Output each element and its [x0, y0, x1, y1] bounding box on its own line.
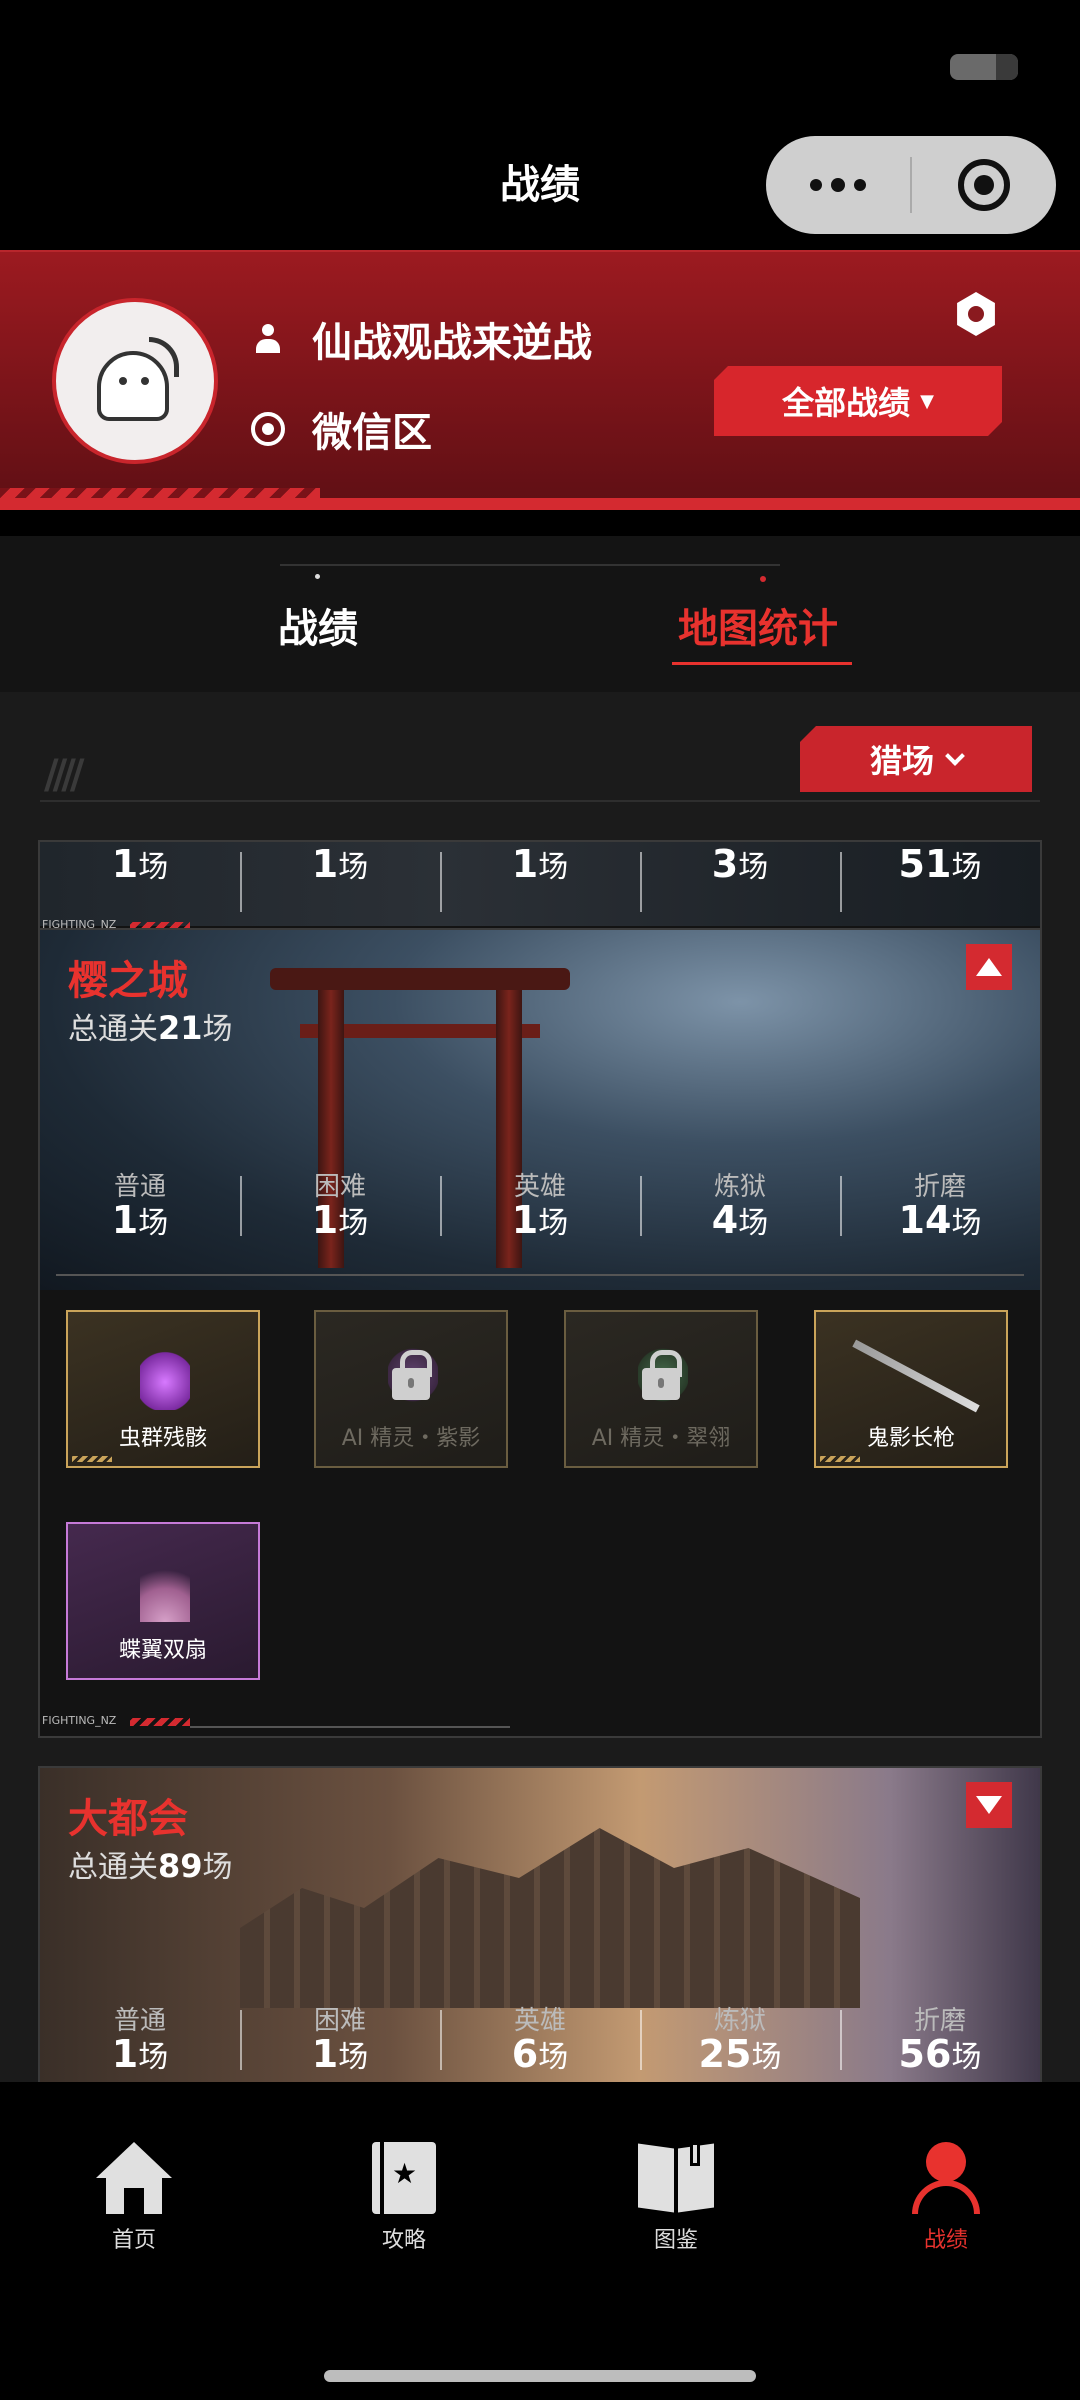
mode-filter-dropdown[interactable]: 猎场: [800, 726, 1032, 792]
more-dot-icon: [854, 179, 866, 191]
map-stats-content[interactable]: //// 猎场 1场 1场 1场 3场 51场 FIGHTING_NZ 樱之城 …: [0, 692, 1080, 2082]
header-stripe: [0, 488, 1080, 510]
nickname: 仙战观战来逆战: [312, 320, 592, 366]
reward-item-locked[interactable]: AI 精灵・翠翎: [564, 1310, 758, 1468]
collapse-toggle-button[interactable]: [966, 944, 1012, 990]
all-records-button[interactable]: 全部战绩 ▼: [714, 366, 1002, 436]
spear-icon: [852, 1339, 980, 1413]
tab-map-stats[interactable]: 地图统计: [678, 596, 838, 654]
more-dot-icon: [810, 179, 822, 191]
divider: [40, 800, 1040, 802]
mode-filter-label: 猎场: [869, 742, 934, 780]
settings-hex-icon[interactable]: [957, 292, 995, 336]
tab-bar: 战绩 地图统计: [0, 536, 1080, 692]
nav-label: 首页: [111, 2228, 156, 2253]
chevron-down-icon: [945, 746, 965, 766]
decor-slashes: ////: [44, 752, 85, 798]
home-indicator[interactable]: [324, 2370, 756, 2382]
reward-item[interactable]: 蝶翼双扇: [66, 1522, 260, 1680]
nav-label: 攻略: [381, 2228, 426, 2253]
more-button[interactable]: [766, 136, 910, 234]
all-records-label: 全部战绩: [782, 384, 911, 422]
tab-decor-line: [280, 564, 780, 566]
nav-label: 战绩: [923, 2228, 968, 2253]
nav-records[interactable]: 战绩: [856, 2142, 1036, 2254]
tab-records[interactable]: 战绩: [278, 596, 358, 654]
city-buildings-illustration: [240, 1828, 860, 2008]
lock-icon: [642, 1350, 682, 1400]
bottom-nav: 首页 ★ 攻略 图鉴 战绩: [0, 2082, 1080, 2400]
profile-icon: [908, 2142, 984, 2214]
map-total-clears: 总通关89场: [68, 1847, 233, 1885]
home-icon: [96, 2142, 172, 2214]
close-button[interactable]: [912, 136, 1056, 234]
nickname-row: 仙战观战来逆战: [250, 310, 592, 368]
guide-book-icon: ★: [372, 2142, 436, 2214]
reward-item[interactable]: 鬼影长枪: [814, 1310, 1008, 1468]
active-tab-underline: [672, 662, 852, 665]
user-icon: [250, 321, 286, 357]
divider: [56, 1274, 1024, 1276]
map-name: 樱之城: [68, 958, 188, 1004]
nav-label: 图鉴: [653, 2228, 698, 2253]
triangle-up-icon: [976, 958, 1002, 976]
close-circle-icon: [958, 159, 1010, 211]
reward-item[interactable]: 虫群残骸: [66, 1310, 260, 1468]
profile-header: 仙战观战来逆战 微信区 全部战绩 ▼: [0, 250, 1080, 510]
avatar[interactable]: [52, 298, 218, 464]
battery-icon: [950, 54, 1018, 80]
difficulty-stats: 普通 1场 困难 1场 英雄 1场 炼狱 4场 折磨 14场: [40, 1166, 1040, 1242]
claw-icon: [140, 1340, 190, 1410]
region: 微信区: [312, 410, 432, 456]
region-row: 微信区: [250, 400, 432, 458]
caret-down-icon: ▼: [920, 390, 934, 412]
expand-toggle-button[interactable]: [966, 1782, 1012, 1828]
map-card-sakura-city: 樱之城 总通关21场 普通 1场 困难 1场 英雄 1场 炼狱 4场 折磨 14场 虫群残…: [38, 928, 1042, 1738]
reward-item-locked[interactable]: AI 精灵・紫影: [314, 1310, 508, 1468]
map-total-clears: 总通关21场: [68, 1009, 233, 1047]
ghost-avatar-icon: [87, 333, 183, 429]
map-card-metropolis: 大都会 总通关89场 普通 1场 困难 1场 英雄 6场 炼狱 25场 折磨 56场: [38, 1766, 1042, 2082]
card-footer: FIGHTING_NZ: [40, 1714, 520, 1730]
lock-icon: [392, 1350, 432, 1400]
target-icon: [250, 411, 286, 447]
nav-guide[interactable]: ★ 攻略: [314, 2142, 494, 2254]
difficulty-stats: 1场 1场 1场 3场 51场: [40, 842, 1040, 912]
map-name: 大都会: [68, 1796, 188, 1842]
nav-codex[interactable]: 图鉴: [586, 2142, 766, 2254]
fan-icon: [140, 1552, 190, 1622]
triangle-down-icon: [976, 1796, 1002, 1814]
title-bar: 战绩: [0, 130, 1080, 250]
open-book-icon: [638, 2142, 714, 2214]
status-bar: [0, 0, 1080, 130]
more-dot-icon: [831, 178, 845, 192]
mini-program-capsule: [766, 136, 1056, 234]
difficulty-stats: 普通 1场 困难 1场 英雄 6场 炼狱 25场 折磨 56场: [40, 2000, 1040, 2076]
nav-home[interactable]: 首页: [44, 2142, 224, 2254]
